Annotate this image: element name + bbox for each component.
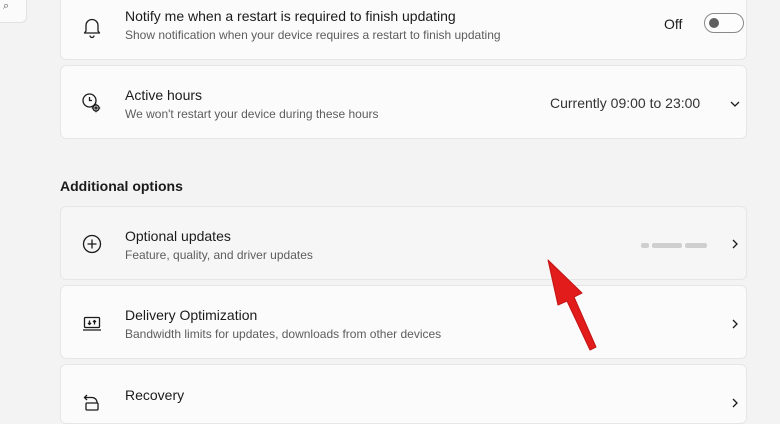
delivery-optimization-item[interactable]: Delivery Optimization Bandwidth limits f… — [60, 285, 747, 359]
optional-updates-title: Optional updates — [125, 228, 231, 244]
bell-icon — [80, 15, 104, 39]
additional-options-heading: Additional options — [60, 178, 183, 194]
notify-restart-setting: Notify me when a restart is required to … — [60, 0, 747, 60]
active-hours-value: Currently 09:00 to 23:00 — [550, 95, 701, 111]
plus-circle-icon — [80, 232, 104, 256]
active-hours-subtitle: We won't restart your device during thes… — [125, 107, 379, 121]
chevron-right-icon[interactable] — [728, 237, 742, 251]
search-icon[interactable]: ⌕ — [3, 0, 9, 13]
active-hours-setting[interactable]: Active hours We won't restart your devic… — [60, 65, 747, 139]
recovery-title: Recovery — [125, 387, 185, 403]
delivery-optimization-title: Delivery Optimization — [125, 307, 258, 323]
active-hours-title: Active hours — [125, 87, 203, 103]
toggle-state-label: Off — [664, 16, 683, 32]
search-box-edge[interactable]: ⌕ — [0, 0, 27, 23]
notify-restart-title: Notify me when a restart is required to … — [125, 8, 456, 24]
recovery-icon — [80, 389, 104, 413]
optional-updates-count-redacted — [641, 240, 713, 248]
notify-restart-subtitle: Show notification when your device requi… — [125, 28, 501, 42]
toggle-knob — [709, 18, 719, 28]
delivery-optimization-icon — [80, 311, 104, 335]
chevron-right-icon[interactable] — [728, 396, 742, 410]
chevron-right-icon[interactable] — [728, 317, 742, 331]
notify-restart-toggle[interactable] — [704, 13, 744, 33]
red-arrow-icon — [540, 255, 604, 355]
clock-settings-icon — [80, 91, 104, 115]
optional-updates-subtitle: Feature, quality, and driver updates — [125, 248, 313, 262]
chevron-down-icon[interactable] — [728, 97, 742, 111]
recovery-item[interactable]: Recovery — [60, 364, 747, 424]
delivery-optimization-subtitle: Bandwidth limits for updates, downloads … — [125, 327, 442, 341]
